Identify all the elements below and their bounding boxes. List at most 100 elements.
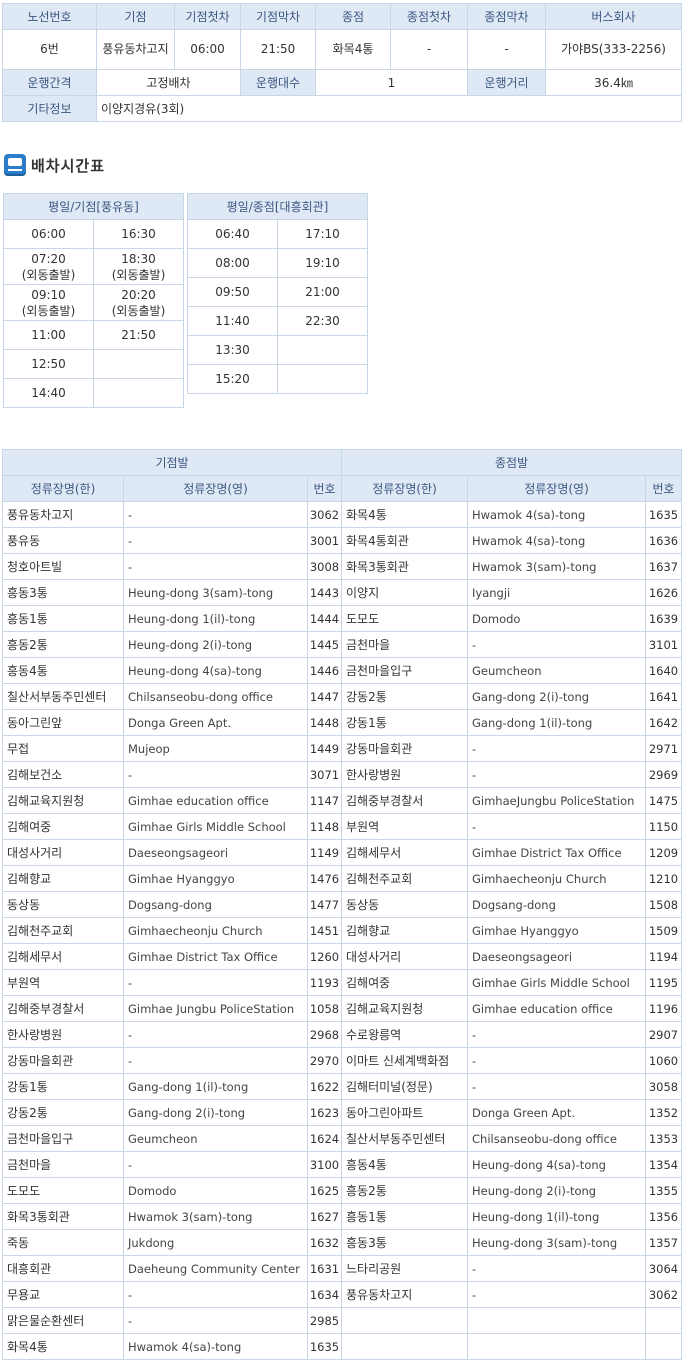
dest-stop-name-kr: 흥동2통 (341, 1177, 468, 1204)
dest-stop-number: 1642 (645, 709, 682, 736)
stop-row: 강동마을회관 -2970 이마트 신세계백화점 -1060 (2, 1047, 682, 1074)
origin-stop-name-kr: 김해천주교회 (2, 917, 124, 944)
timetable-header-row: 평일/기점[풍유동] (3, 193, 184, 220)
departure-time-cell: 18:30 (외동출발) (93, 248, 184, 285)
dest-stop-name-en: - (467, 1047, 646, 1074)
origin-stop-name-kr: 화목4통 (2, 1333, 124, 1360)
dest-stop-name-en: Gang-dong 2(i)-tong (467, 683, 646, 710)
dest-stop-name-en: Daeseongsageori (467, 943, 646, 970)
stop-row: 화목3통회관 Hwamok 3(sam)-tong 1627 흥동1통 Heung-do… (2, 1203, 682, 1230)
dest-stop-number: 1352 (645, 1099, 682, 1126)
origin-stop-name-en: Heung-dong 4(sa)-tong (123, 657, 308, 684)
dest-stop-number: 2971 (645, 735, 682, 762)
dest-stop-name-kr: 김해터미널(정문) (341, 1073, 468, 1100)
origin-stop-name-kr: 한사랑병원 (2, 1021, 124, 1048)
origin-stop-name-en: Heung-dong 1(il)-tong (123, 605, 308, 632)
stop-row: 김해교육지원청 Gimhae education office 1147 김해중부경찰… (2, 787, 682, 814)
origin-stop-name-kr: 김해향교 (2, 865, 124, 892)
stops-direction-row: 기점발 종점발 (2, 449, 682, 476)
origin-stop-number: 3100 (307, 1151, 342, 1178)
timetable-row: 09:50 21:00 (187, 277, 369, 307)
origin-first-header: 기점첫차 (174, 3, 241, 30)
origin-stop-number: 1446 (307, 657, 342, 684)
departure-time-cell: 14:40 (3, 378, 94, 408)
dest-stop-number: 1354 (645, 1151, 682, 1178)
dest-stop-name-kr: 김해중부경찰서 (341, 787, 468, 814)
dest-stop-name-kr: 동아그린아파트 (341, 1099, 468, 1126)
origin-stop-name-kr: 흥동1통 (2, 605, 124, 632)
departure-time-cell: 16:30 (93, 219, 184, 249)
stop-row: 풍유동차고지 -3062 화목4통 Hwamok 4(sa)-tong 1635 (2, 501, 682, 528)
dest-stop-name-en: Dogsang-dong (467, 891, 646, 918)
origin-stop-name-kr: 풍유동 (2, 527, 124, 554)
origin-stop-name-en: Daeseongsageori (123, 839, 308, 866)
origin-last-value: 21:50 (240, 29, 316, 70)
dest-stop-name-kr: 김해세무서 (341, 839, 468, 866)
origin-stop-name-en: - (123, 1281, 308, 1308)
dest-stop-name-kr: 칠산서부동주민센터 (341, 1125, 468, 1152)
distance-value: 36.4㎞ (545, 69, 682, 96)
dest-stop-name-en: Geumcheon (467, 657, 646, 684)
origin-stop-name-en: - (123, 1307, 308, 1334)
timetable-row: 11:40 22:30 (187, 306, 369, 336)
dest-stop-name-en: Heung-dong 4(sa)-tong (467, 1151, 646, 1178)
origin-stop-number: 2985 (307, 1307, 342, 1334)
stop-row: 강동1통 Gang-dong 1(il)-tong 1622 김해터미널(정문) -30… (2, 1073, 682, 1100)
origin-stop-number: 3001 (307, 527, 342, 554)
departure-time-cell: 07:20 (외동출발) (3, 248, 94, 285)
dest-stop-name-en: Hwamok 4(sa)-tong (467, 501, 646, 528)
dest-stop-name-en: - (467, 1021, 646, 1048)
origin-stop-name-kr: 부원역 (2, 969, 124, 996)
stop-row: 강동2통 Gang-dong 2(i)-tong 1623 동아그린아파트 Donga … (2, 1099, 682, 1126)
dest-stop-name-kr (341, 1307, 468, 1334)
origin-stop-name-kr: 동상동 (2, 891, 124, 918)
timetable-row: 12:50 (3, 349, 184, 379)
origin-stop-number: 1449 (307, 735, 342, 762)
dest-stop-name-kr: 동상동 (341, 891, 468, 918)
vehicle-count-label: 운행대수 (240, 69, 316, 96)
timetable-row: 06:00 16:30 (3, 219, 184, 249)
stops-column-row: 정류장명(한) 정류장명(영) 번호 정류장명(한) 정류장명(영) 번호 (2, 475, 682, 502)
timetable-title: 평일/종점[대흥회관] (186, 193, 369, 220)
stop-row: 김해중부경찰서 Gimhae Jungbu PoliceStation 1058 김해… (2, 995, 682, 1022)
distance-label: 운행거리 (467, 69, 546, 96)
origin-stop-name-en: - (123, 1047, 308, 1074)
origin-stop-name-kr: 무용교 (2, 1281, 124, 1308)
origin-stop-name-en: Hwamok 3(sam)-tong (123, 1203, 308, 1230)
route-number-value: 6번 (2, 29, 97, 70)
departure-time-cell (93, 378, 184, 408)
stop-row: 흥동4통 Heung-dong 4(sa)-tong 1446 금천마을입구 Geumc… (2, 657, 682, 684)
stop-row: 흥동3통 Heung-dong 3(sam)-tong 1443 이양지 Iyangji… (2, 579, 682, 606)
dest-stop-name-en: - (467, 735, 646, 762)
interval-value: 고정배차 (96, 69, 241, 96)
departure-time-cell: 06:40 (187, 219, 278, 249)
origin-stop-name-kr: 강동마을회관 (2, 1047, 124, 1074)
timetable-title: 평일/기점[풍유동] (3, 193, 184, 220)
etc-label: 기타정보 (2, 95, 97, 122)
origin-stop-name-en: Domodo (123, 1177, 308, 1204)
dest-stop-number: 1195 (645, 969, 682, 996)
terminus-header: 종점 (315, 3, 391, 30)
stop-row: 흥동2통 Heung-dong 2(i)-tong 1445 금천마을 -3101 (2, 631, 682, 658)
dest-stop-number: 1640 (645, 657, 682, 684)
dest-stop-name-en: Gimhae Girls Middle School (467, 969, 646, 996)
origin-stop-name-en: - (123, 761, 308, 788)
terminus-last-header: 종점막차 (467, 3, 546, 30)
origin-stop-name-kr: 대흥회관 (2, 1255, 124, 1282)
dest-stop-number: 1508 (645, 891, 682, 918)
dest-stop-name-en: - (467, 761, 646, 788)
dest-stop-number (645, 1333, 682, 1360)
dest-stop-number (645, 1307, 682, 1334)
route-info-table: 노선번호 기점 기점첫차 기점막차 종점 종점첫차 종점막차 버스회사 6번 풍… (2, 3, 682, 122)
origin-stop-name-en: Gimhaecheonju Church (123, 917, 308, 944)
departure-time-cell (276, 335, 369, 365)
dest-stop-name-kr: 흥동1통 (341, 1203, 468, 1230)
dest-stop-name-kr: 강동1통 (341, 709, 468, 736)
origin-stop-name-kr: 김해세무서 (2, 943, 124, 970)
dest-stop-name-en: Gimhae Hyanggyo (467, 917, 646, 944)
timetable-row: 08:00 19:10 (187, 248, 369, 278)
dest-stop-name-kr: 강동2통 (341, 683, 468, 710)
stop-row: 동아그린앞 Donga Green Apt. 1448 강동1통 Gang-dong 1… (2, 709, 682, 736)
origin-stop-name-en: Daeheung Community Center (123, 1255, 308, 1282)
dest-stop-name-kr: 풍유동차고지 (341, 1281, 468, 1308)
